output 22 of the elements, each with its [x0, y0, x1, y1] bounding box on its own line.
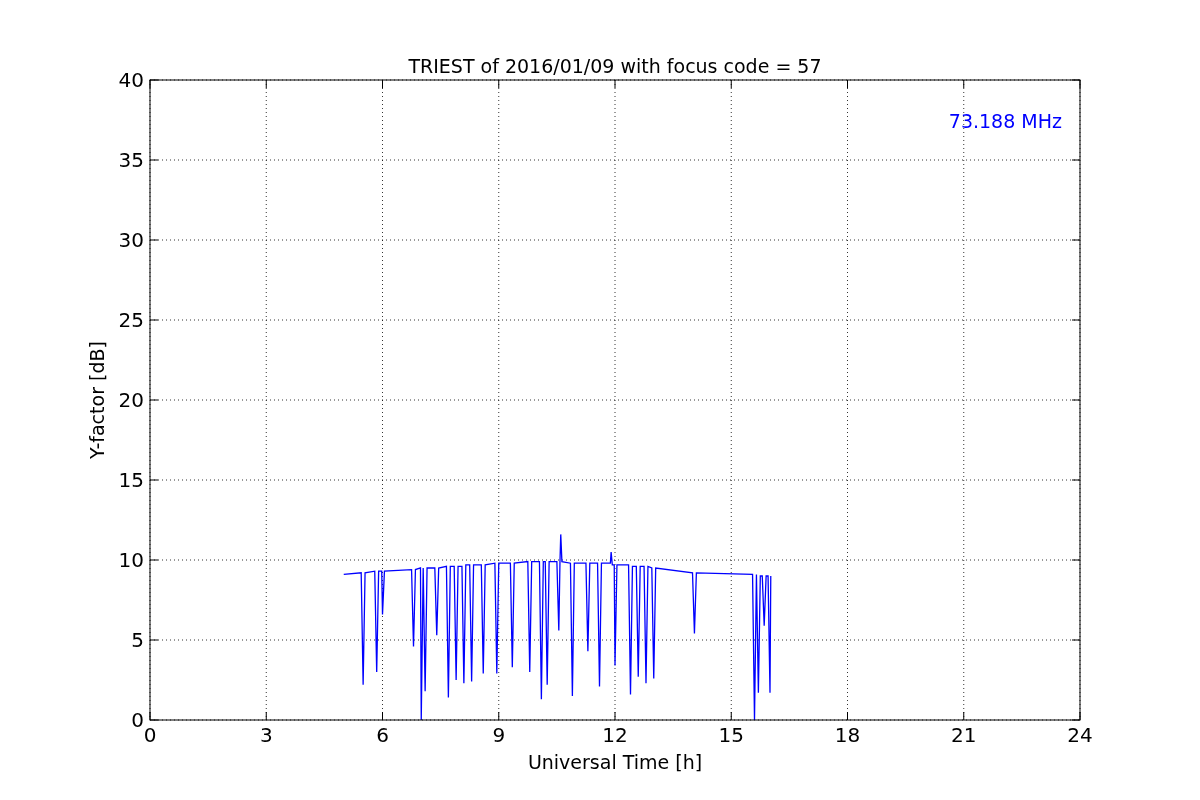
- tick-label: 0: [131, 708, 144, 732]
- tick-label: 24: [1067, 723, 1093, 747]
- tick-label: 20: [118, 388, 144, 412]
- axis-label: Y-factor [dB]: [86, 341, 108, 459]
- tick-label: 0: [143, 723, 157, 747]
- frequency-label: 73.188 MHz: [948, 110, 1062, 132]
- axis-label: Universal Time [h]: [527, 751, 703, 773]
- tick-label: 5: [131, 628, 144, 652]
- tick-label: 9: [492, 723, 506, 747]
- chart-title: TRIEST of 2016/01/09 with focus code = 57: [408, 55, 822, 77]
- tick-label: 10: [118, 548, 144, 572]
- tick-label: 15: [118, 468, 144, 492]
- tick-label: 40: [118, 68, 144, 92]
- tick-label: 35: [118, 148, 144, 172]
- tick-label: 30: [118, 228, 144, 252]
- tick-label: 15: [718, 723, 744, 747]
- tick-label: 25: [118, 308, 144, 332]
- tick-label: 3: [259, 723, 273, 747]
- tick-label: 21: [951, 723, 977, 747]
- tick-label: 6: [376, 723, 389, 747]
- tick-label: 18: [834, 723, 861, 747]
- tick-label: 12: [602, 723, 628, 747]
